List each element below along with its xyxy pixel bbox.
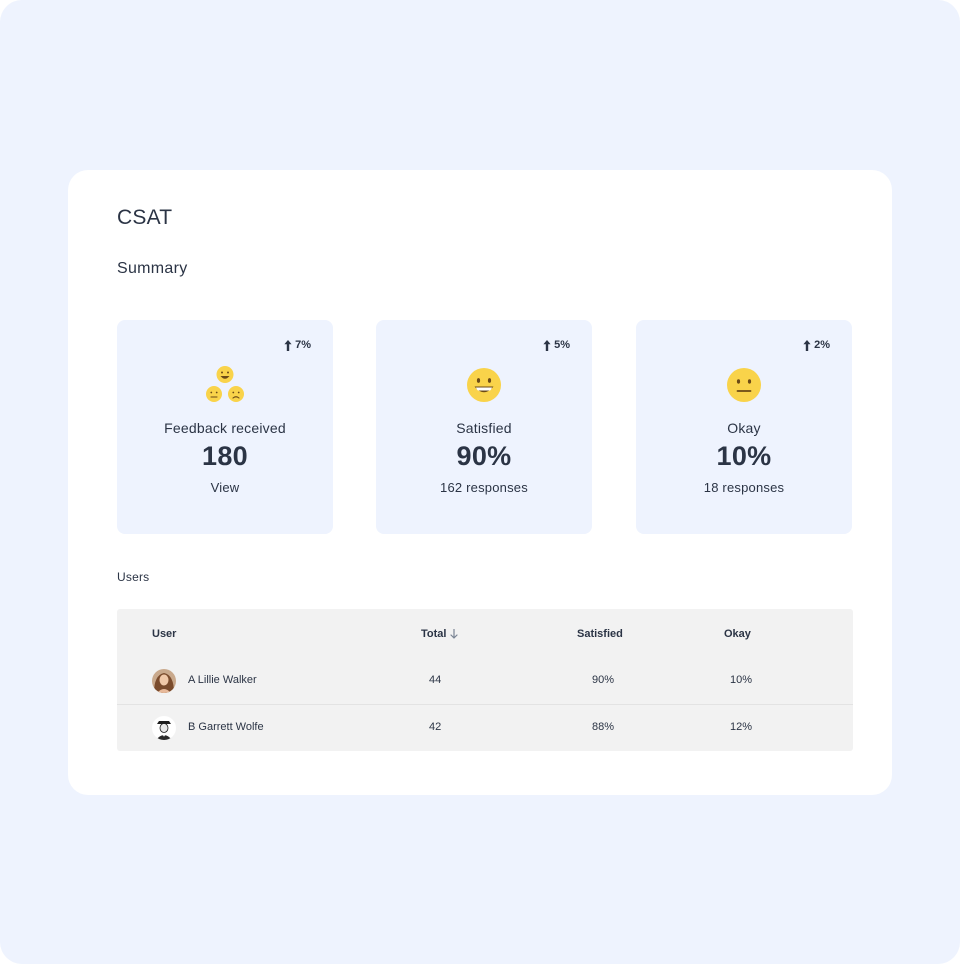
trend-indicator: 2% (803, 339, 830, 351)
table-header: User Total Satisfied Okay (117, 609, 853, 659)
trend-value: 2% (814, 339, 830, 351)
trend-indicator: 5% (543, 339, 570, 351)
okay-card[interactable]: 2% Okay 10% 18 responses (636, 320, 852, 534)
table-row[interactable]: B Garrett Wolfe 42 88% 12% (117, 705, 853, 751)
card-value: 180 (202, 441, 248, 471)
satisfied-card[interactable]: 5% Satisfied 90% 162 responses (376, 320, 592, 534)
responses-count: 162 responses (440, 480, 528, 495)
grinning-face-icon (467, 368, 501, 402)
card-value: 90% (456, 441, 512, 471)
trend-value: 7% (295, 339, 311, 351)
csat-panel: CSAT Summary 7% Feedback received 180 Vi… (68, 170, 892, 795)
arrow-up-icon (284, 339, 292, 351)
happy-face-icon (216, 366, 234, 383)
emoji-group-icon (206, 366, 244, 402)
card-label: Okay (727, 420, 761, 436)
users-heading: Users (117, 570, 150, 584)
satisfied-value: 90% (592, 674, 615, 686)
column-header-user[interactable]: User (152, 628, 176, 640)
page-title: CSAT (117, 206, 173, 229)
card-label: Satisfied (456, 420, 512, 436)
avatar (152, 716, 176, 740)
trend-indicator: 7% (284, 339, 311, 351)
sad-face-icon (228, 386, 244, 402)
okay-value: 12% (730, 721, 753, 733)
column-header-total[interactable]: Total (421, 628, 459, 640)
trend-value: 5% (554, 339, 570, 351)
table-row[interactable]: A Lillie Walker 44 90% 10% (117, 658, 853, 705)
user-name: A Lillie Walker (188, 674, 257, 686)
neutral-face-icon (206, 386, 222, 402)
feedback-received-card[interactable]: 7% Feedback received 180 View (117, 320, 333, 534)
card-value: 10% (716, 441, 772, 471)
avatar (152, 669, 176, 693)
arrow-down-icon (450, 629, 459, 639)
column-header-okay[interactable]: Okay (724, 628, 751, 640)
responses-count: 18 responses (703, 480, 785, 495)
summary-heading: Summary (117, 260, 188, 277)
arrow-up-icon (803, 339, 811, 351)
user-name: B Garrett Wolfe (188, 721, 264, 733)
column-header-satisfied[interactable]: Satisfied (577, 628, 623, 640)
total-value: 42 (429, 721, 442, 733)
view-link[interactable]: View (117, 480, 333, 495)
users-table: User Total Satisfied Okay A Lillie Walke… (117, 609, 853, 751)
total-value: 44 (429, 674, 442, 686)
card-label: Feedback received (164, 420, 286, 436)
neutral-face-icon (727, 368, 761, 402)
page-background: CSAT Summary 7% Feedback received 180 Vi… (0, 0, 960, 964)
okay-value: 10% (730, 674, 753, 686)
satisfied-value: 88% (592, 721, 615, 733)
arrow-up-icon (543, 339, 551, 351)
